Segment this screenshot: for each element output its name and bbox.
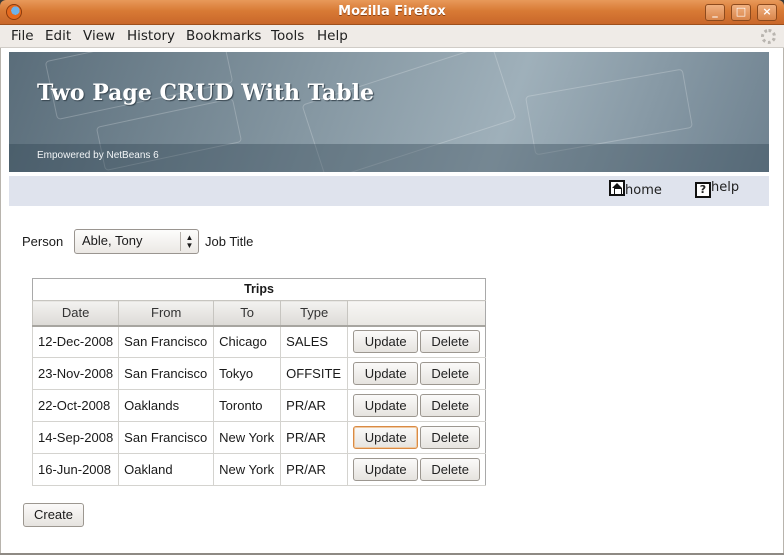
- cell-actions: Update Delete: [347, 421, 486, 454]
- close-button[interactable]: ×: [757, 4, 777, 21]
- banner-diagram-decoration: [525, 68, 693, 156]
- update-button[interactable]: Update: [353, 458, 419, 481]
- column-header-from[interactable]: From: [118, 300, 215, 327]
- maximize-button[interactable]: □: [731, 4, 751, 21]
- column-header-type[interactable]: Type: [280, 300, 349, 327]
- cell-to: Tokyo: [213, 357, 282, 390]
- cell-actions: Update Delete: [347, 325, 486, 358]
- cell-to: New York: [213, 453, 282, 486]
- cell-from: Oakland: [118, 453, 215, 486]
- cell-date: 12-Dec-2008: [31, 325, 120, 358]
- cell-date: 16-Jun-2008: [31, 453, 120, 486]
- trips-table-caption: Trips: [32, 278, 486, 300]
- table-header-row: Date From To Type: [31, 300, 486, 327]
- cell-type: PR/AR: [280, 421, 349, 454]
- person-select[interactable]: Able, Tony ▲ ▼: [74, 229, 199, 254]
- header-banner: Two Page CRUD With Table Empowered by Ne…: [9, 52, 769, 172]
- job-title-label: Job Title: [205, 234, 254, 249]
- column-header-date[interactable]: Date: [31, 300, 120, 327]
- table-row: 14-Sep-2008 San Francisco New York PR/AR…: [31, 421, 486, 454]
- update-button[interactable]: Update: [353, 330, 419, 354]
- page-viewport: Two Page CRUD With Table Empowered by Ne…: [0, 48, 784, 555]
- cell-actions: Update Delete: [347, 453, 486, 486]
- loading-throbber-icon: [761, 29, 776, 44]
- home-icon: [609, 180, 625, 196]
- cell-type: OFFSITE: [280, 357, 349, 390]
- cell-date: 23-Nov-2008: [31, 357, 120, 390]
- person-select-value: Able, Tony: [82, 233, 143, 248]
- table-row: 22-Oct-2008 Oaklands Toronto PR/AR Updat…: [31, 389, 486, 422]
- delete-button[interactable]: Delete: [420, 362, 481, 385]
- column-header-actions: [347, 300, 486, 327]
- menu-tools[interactable]: Tools: [271, 28, 304, 44]
- delete-button[interactable]: Delete: [420, 458, 481, 481]
- banner-title: Two Page CRUD With Table: [37, 80, 374, 106]
- banner-subtitle: Empowered by NetBeans 6: [37, 150, 159, 161]
- cell-from: San Francisco: [118, 357, 215, 390]
- menu-bookmarks[interactable]: Bookmarks: [186, 28, 261, 44]
- menu-view[interactable]: View: [83, 28, 115, 44]
- minimize-button[interactable]: _: [705, 4, 725, 21]
- cell-date: 22-Oct-2008: [31, 389, 120, 422]
- table-row: 12-Dec-2008 San Francisco Chicago SALES …: [31, 325, 486, 358]
- update-button[interactable]: Update: [353, 426, 419, 449]
- cell-date: 14-Sep-2008: [31, 421, 120, 454]
- window-titlebar: Mozilla Firefox _ □ ×: [0, 0, 784, 25]
- cell-actions: Update Delete: [347, 357, 486, 390]
- person-label: Person: [22, 234, 64, 249]
- create-button[interactable]: Create: [23, 503, 84, 527]
- cell-type: SALES: [280, 325, 349, 358]
- update-button[interactable]: Update: [353, 362, 419, 385]
- delete-button[interactable]: Delete: [420, 394, 481, 417]
- cell-type: PR/AR: [280, 389, 349, 422]
- column-header-to[interactable]: To: [213, 300, 282, 327]
- cell-from: San Francisco: [118, 325, 215, 358]
- table-row: 23-Nov-2008 San Francisco Tokyo OFFSITE …: [31, 357, 486, 390]
- help-link[interactable]: ? help: [695, 180, 739, 198]
- select-arrows-icon: ▲ ▼: [180, 232, 198, 251]
- cell-to: New York: [213, 421, 282, 454]
- trips-table: Trips Date From To Type 12-Dec-2008 San …: [31, 278, 486, 486]
- delete-button[interactable]: Delete: [420, 426, 481, 449]
- menu-edit[interactable]: Edit: [45, 28, 71, 44]
- home-link-label: home: [625, 183, 662, 198]
- update-button[interactable]: Update: [353, 394, 419, 417]
- nav-bar: home ? help: [9, 176, 769, 206]
- menu-help[interactable]: Help: [317, 28, 348, 44]
- window-title: Mozilla Firefox: [338, 4, 446, 19]
- menu-bar: File Edit View History Bookmarks Tools H…: [0, 25, 784, 48]
- delete-button[interactable]: Delete: [420, 330, 481, 354]
- help-icon: ?: [695, 182, 711, 198]
- cell-type: PR/AR: [280, 453, 349, 486]
- cell-to: Toronto: [213, 389, 282, 422]
- help-link-label: help: [711, 180, 740, 195]
- home-link[interactable]: home: [609, 180, 662, 198]
- menu-file[interactable]: File: [11, 28, 34, 44]
- cell-from: Oaklands: [118, 389, 215, 422]
- table-row: 16-Jun-2008 Oakland New York PR/AR Updat…: [31, 453, 486, 486]
- cell-from: San Francisco: [118, 421, 215, 454]
- cell-to: Chicago: [213, 325, 282, 358]
- menu-history[interactable]: History: [127, 28, 175, 44]
- cell-actions: Update Delete: [347, 389, 486, 422]
